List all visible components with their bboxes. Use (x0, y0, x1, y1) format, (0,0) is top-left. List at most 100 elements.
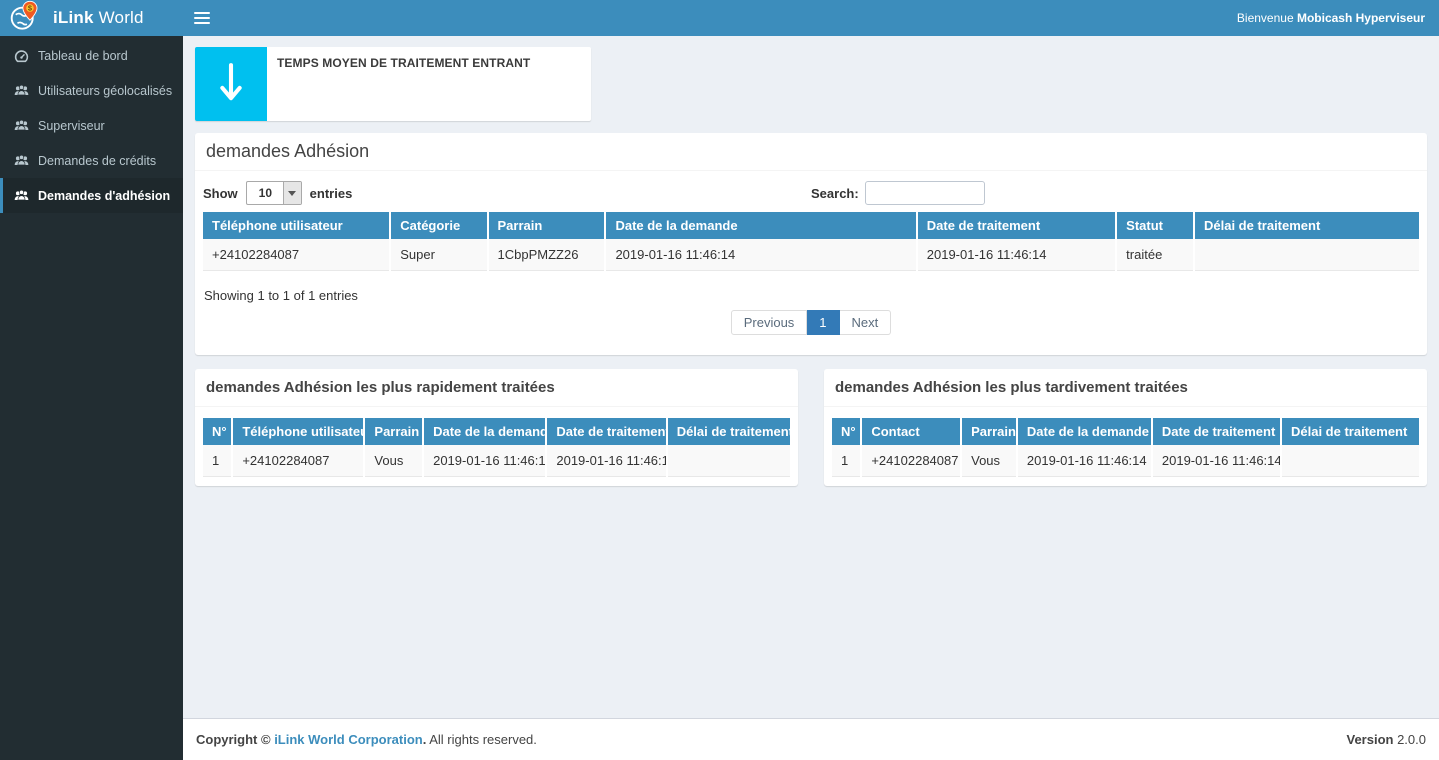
search-input[interactable] (865, 181, 985, 205)
page-length-select[interactable]: 10 (246, 181, 302, 205)
table-header-row: N° Téléphone utilisateur Parrain Date de… (203, 418, 790, 445)
cell-date-traitement: 2019-01-16 11:46:14 (546, 445, 666, 477)
panel-body: Show 10 entries Search: (195, 171, 1427, 355)
users-icon (14, 154, 29, 168)
topbar: Bienvenue Mobicash Hyperviseur (183, 0, 1439, 36)
pagination: Previous 1 Next (203, 310, 1419, 335)
cell-contact: +24102284087 (861, 445, 961, 477)
cell-numero: 1 (203, 445, 232, 477)
brand-name: iLink World (53, 8, 144, 28)
dashboard-icon (14, 49, 29, 63)
cell-date-traitement: 2019-01-16 11:46:14 (1152, 445, 1281, 477)
copyright-prefix: Copyright © (196, 732, 274, 747)
sidebar-item-label: Demandes de crédits (38, 154, 156, 168)
panel-title: demandes Adhésion (195, 133, 1427, 171)
column-header: N° (832, 418, 861, 445)
sidebar-item-label: Demandes d'adhésion (38, 189, 170, 203)
search-control: Search: (811, 181, 1419, 205)
hamburger-icon[interactable] (194, 12, 210, 24)
cell-delai (1281, 445, 1419, 477)
cell-date-demande: 2019-01-16 11:46:14 (1017, 445, 1152, 477)
sidebar-item-label: Utilisateurs géolocalisés (38, 84, 172, 98)
copyright-text: Copyright © iLink World Corporation. All… (196, 732, 537, 747)
cell-parrain: Vous (364, 445, 423, 477)
table-info-text: Showing 1 to 1 of 1 entries (204, 288, 1419, 303)
column-header: Téléphone utilisateur (232, 418, 364, 445)
pagination-previous-button[interactable]: Previous (731, 310, 808, 335)
footer: Copyright © iLink World Corporation. All… (183, 718, 1439, 760)
bottom-panels-row: demandes Adhésion les plus rapidement tr… (195, 369, 1427, 486)
svg-text:$: $ (28, 3, 32, 12)
cell-date-traitement: 2019-01-16 11:46:14 (917, 239, 1116, 271)
column-header: Parrain (961, 418, 1017, 445)
cell-parrain: Vous (961, 445, 1017, 477)
pagination-page-1-button[interactable]: 1 (807, 310, 839, 335)
pagination-next-button[interactable]: Next (840, 310, 892, 335)
column-header: Délai de traitement (1281, 418, 1419, 445)
column-header[interactable]: Catégorie (390, 212, 487, 239)
panel-tardivement-traitees: demandes Adhésion les plus tardivement t… (824, 369, 1427, 486)
column-header[interactable]: Statut (1116, 212, 1194, 239)
sidebar-item-demandes-adhesion[interactable]: Demandes d'adhésion (0, 178, 183, 213)
table-header-row: Téléphone utilisateur Catégorie Parrain … (203, 212, 1419, 239)
sidebar-item-superviseur[interactable]: Superviseur (0, 108, 183, 143)
sidebar: $ iLink World Tableau de bord (0, 0, 183, 760)
brand-logo-link[interactable]: $ iLink World (0, 0, 183, 36)
globe-pin-dollar-icon: $ (8, 0, 39, 37)
sidebar-item-label: Tableau de bord (38, 49, 128, 63)
table-row: 1 +24102284087 Vous 2019-01-16 11:46:14 … (203, 445, 790, 477)
info-box-temps-moyen: TEMPS MOYEN DE TRAITEMENT ENTRANT (195, 47, 591, 121)
users-icon (14, 84, 29, 98)
column-header[interactable]: Téléphone utilisateur (203, 212, 390, 239)
panel-demandes-adhesion: demandes Adhésion Show 10 entries (195, 133, 1427, 355)
column-header: Délai de traitement (667, 418, 790, 445)
company-link[interactable]: iLink World Corporation (274, 732, 423, 747)
version-value: 2.0.0 (1393, 732, 1426, 747)
table-row: +24102284087 Super 1CbpPMZZ26 2019-01-16… (203, 239, 1419, 271)
rights-text: All rights reserved. (426, 732, 537, 747)
panel-body: N° Téléphone utilisateur Parrain Date de… (195, 407, 798, 486)
cell-delai (667, 445, 790, 477)
column-header: Parrain (364, 418, 423, 445)
column-header[interactable]: Parrain (488, 212, 606, 239)
column-header: Contact (861, 418, 961, 445)
search-label: Search: (811, 186, 859, 201)
info-box-title: TEMPS MOYEN DE TRAITEMENT ENTRANT (267, 47, 540, 121)
sidebar-item-label: Superviseur (38, 119, 105, 133)
cell-statut: traitée (1116, 239, 1194, 271)
user-name: Mobicash Hyperviseur (1297, 11, 1425, 25)
sidebar-menu: Tableau de bord Utilisateurs géolocalisé… (0, 36, 183, 213)
sidebar-item-tableau-de-bord[interactable]: Tableau de bord (0, 38, 183, 73)
column-header: N° (203, 418, 232, 445)
brand-name-bold: iLink (53, 8, 94, 27)
page-length-select-wrap: 10 (246, 181, 302, 205)
cell-telephone: +24102284087 (203, 239, 390, 271)
column-header: Date de traitement (546, 418, 666, 445)
sidebar-item-demandes-de-credits[interactable]: Demandes de crédits (0, 143, 183, 178)
version-text: Version 2.0.0 (1347, 732, 1427, 747)
long-arrow-down-icon (195, 47, 267, 121)
welcome-prefix: Bienvenue (1237, 11, 1297, 25)
column-header[interactable]: Délai de traitement (1194, 212, 1419, 239)
brand-name-regular: World (94, 8, 144, 27)
show-label: Show (203, 186, 238, 201)
cell-numero: 1 (832, 445, 861, 477)
cell-date-demande: 2019-01-16 11:46:14 (423, 445, 546, 477)
datatable-controls: Show 10 entries Search: (203, 181, 1419, 205)
panel-rapidement-traitees: demandes Adhésion les plus rapidement tr… (195, 369, 798, 486)
entries-label: entries (310, 186, 353, 201)
users-icon (14, 119, 29, 133)
column-header[interactable]: Date de la demande (605, 212, 916, 239)
table-row: 1 +24102284087 Vous 2019-01-16 11:46:14 … (832, 445, 1419, 477)
column-header: Date de traitement (1152, 418, 1281, 445)
table-header-row: N° Contact Parrain Date de la demande Da… (832, 418, 1419, 445)
users-icon (14, 189, 29, 203)
column-header: Date de la demande (1017, 418, 1152, 445)
welcome-message: Bienvenue Mobicash Hyperviseur (1237, 11, 1425, 25)
sidebar-item-utilisateurs-geolocalises[interactable]: Utilisateurs géolocalisés (0, 73, 183, 108)
panel-body: N° Contact Parrain Date de la demande Da… (824, 407, 1427, 486)
length-control: Show 10 entries (203, 181, 811, 205)
column-header[interactable]: Date de traitement (917, 212, 1116, 239)
app-window: $ iLink World Tableau de bord (0, 0, 1439, 760)
panel-title: demandes Adhésion les plus rapidement tr… (195, 369, 798, 407)
